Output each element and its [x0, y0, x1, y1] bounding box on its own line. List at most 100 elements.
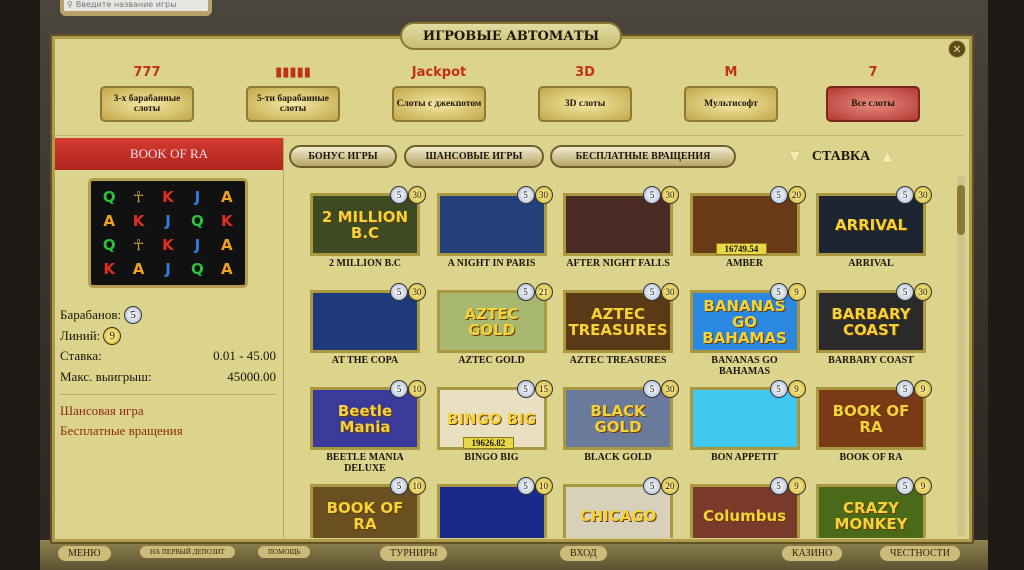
category-icon: 777: [133, 64, 161, 80]
deposit-bonus[interactable]: НА ПЕРВЫЙ ДЕПОЗИТ: [140, 546, 235, 558]
game-name[interactable]: AMBER: [686, 258, 804, 269]
game-card[interactable]: 5 30 AT THE COPA: [296, 283, 426, 380]
game-name[interactable]: BANANAS GO BAHAMAS: [686, 355, 804, 377]
category-button[interactable]: Слоты с джекпотом: [392, 86, 486, 122]
game-card[interactable]: 5 9 BON APPETIT: [676, 380, 806, 477]
game-card[interactable]: CHICAGO 5 20: [549, 477, 679, 538]
game-name[interactable]: BARBARY COAST: [812, 355, 930, 366]
game-card[interactable]: 5 30 AFTER NIGHT FALLS: [549, 186, 679, 283]
game-search[interactable]: ⚲ Введите название игры: [60, 0, 212, 16]
background-right: [988, 0, 1024, 570]
jackpot-amount: 19626.82: [462, 437, 515, 449]
game-card[interactable]: BLACK GOLD 5 30 BLACK GOLD: [549, 380, 679, 477]
game-name[interactable]: A NIGHT IN PARIS: [433, 258, 551, 269]
game-card[interactable]: Columbus 5 9: [676, 477, 806, 538]
bottom-bar: МЕНЮ НА ПЕРВЫЙ ДЕПОЗИТ ПОМОЩЬ ТУРНИРЫ ВХ…: [40, 540, 988, 570]
game-logo: BLACK GOLD: [590, 401, 646, 436]
login-button[interactable]: ВХОД: [560, 546, 607, 561]
bet-label: Ставка:: [60, 348, 102, 363]
help-button[interactable]: ПОМОЩЬ: [258, 546, 311, 558]
game-logo: CRAZY MONKEY: [834, 498, 908, 533]
game-card[interactable]: AZTEC GOLD 5 21 AZTEC GOLD: [423, 283, 553, 380]
game-logo: Beetle Mania: [337, 401, 393, 436]
game-card[interactable]: ARRIVAL 5 30 ARRIVAL: [802, 186, 932, 283]
game-preview-image[interactable]: Q ☥ K J A A K J Q K Q ☥ K J A K A J Q A: [88, 178, 248, 288]
reels-badge: 5: [390, 186, 408, 204]
game-logo: ARRIVAL: [834, 215, 908, 234]
casino-link[interactable]: КАЗИНО: [782, 546, 843, 561]
lines-badge: 9: [914, 477, 932, 495]
reel-symbol: A: [220, 260, 233, 279]
category-button[interactable]: Мультисофт: [684, 86, 778, 122]
filter-free-spins[interactable]: БЕСПЛАТНЫЕ ВРАЩЕНИЯ: [550, 145, 736, 168]
fairness-link[interactable]: ЧЕСТНОСТИ: [880, 546, 960, 561]
close-icon[interactable]: ✕: [948, 40, 966, 58]
lines-badge: 30: [914, 283, 932, 301]
game-card[interactable]: BOOK OF RA 5 10 BOOK OF RA DELUXE: [296, 477, 426, 538]
category-icon: ▮▮▮▮▮: [275, 64, 311, 80]
selected-game-title: BOOK OF RA: [55, 138, 283, 170]
reel-symbol: ☥: [132, 236, 145, 255]
game-name[interactable]: AFTER NIGHT FALLS: [559, 258, 677, 269]
game-name[interactable]: BLACK GOLD: [559, 452, 677, 463]
game-logo: 2 MILLION B.C: [321, 207, 409, 242]
panel-divider: [283, 138, 284, 538]
reel-symbol: Q: [191, 211, 204, 230]
game-card[interactable]: 2 MILLION B.C 5 30 2 MILLION B.C: [296, 186, 426, 283]
sort-ascending-icon[interactable]: ▲: [878, 146, 896, 167]
game-name[interactable]: BINGO BIG: [433, 452, 551, 463]
reels-badge: 5: [769, 380, 788, 398]
reel-symbol: A: [220, 187, 233, 206]
game-name[interactable]: AZTEC GOLD: [433, 355, 551, 366]
game-name[interactable]: BON APPETIT: [686, 452, 804, 463]
tournaments-button[interactable]: ТУРНИРЫ: [380, 546, 448, 561]
game-name[interactable]: BOOK OF RA: [812, 452, 930, 463]
reel-symbol: J: [165, 211, 171, 230]
reels-badge: 5: [390, 477, 408, 495]
reels-badge: 5: [643, 186, 661, 204]
game-logo: AZTEC TREASURES: [568, 304, 668, 339]
game-name[interactable]: BEETLE MANIA DELUXE: [306, 452, 424, 474]
category-button[interactable]: Все слоты: [826, 86, 920, 122]
game-card[interactable]: AZTEC TREASURES 5 30 AZTEC TREASURES: [549, 283, 679, 380]
category-button[interactable]: 3D слоты: [538, 86, 632, 122]
game-name[interactable]: AT THE COPA: [306, 355, 424, 366]
category-button[interactable]: 3-х барабанные слоты: [100, 86, 194, 122]
search-icon: ⚲: [67, 0, 73, 9]
game-logo: BANANAS GO BAHAMAS: [702, 296, 787, 347]
filter-bonus-games[interactable]: БОНУС ИГРЫ: [289, 145, 397, 168]
game-card[interactable]: BOOK OF RA 5 9 BOOK OF RA: [802, 380, 932, 477]
reels-badge: 5: [769, 477, 788, 495]
modal-title: ИГРОВЫЕ АВТОМАТЫ: [400, 22, 622, 50]
game-logo: Columbus: [702, 506, 787, 525]
game-card[interactable]: CRAZY MONKEY 5 9: [802, 477, 932, 538]
game-card[interactable]: 5 30 A NIGHT IN PARIS: [423, 186, 553, 283]
game-card[interactable]: 5 20 16749.54 AMBER: [676, 186, 806, 283]
game-card[interactable]: 5 10: [423, 477, 553, 538]
divider: [60, 394, 276, 395]
game-name[interactable]: ARRIVAL: [812, 258, 930, 269]
reel-symbol: J: [194, 236, 201, 255]
game-name[interactable]: AZTEC TREASURES: [559, 355, 677, 366]
game-card[interactable]: BANANAS GO BAHAMAS 5 9 BANANAS GO BAHAMA…: [676, 283, 806, 380]
scrollbar-thumb[interactable]: [957, 185, 965, 235]
sort-descending-icon[interactable]: ▼: [786, 146, 804, 167]
filter-gamble-games[interactable]: ШАНСОВЫЕ ИГРЫ: [404, 145, 544, 168]
maxwin-label: Макс. выигрыш:: [60, 369, 152, 384]
reels-badge: 5: [390, 380, 408, 398]
game-card[interactable]: Beetle Mania 5 10 BEETLE MANIA DELUXE: [296, 380, 426, 477]
game-logo: BOOK OF RA: [326, 498, 404, 533]
category-button[interactable]: 5-ти барабанные слоты: [246, 86, 340, 122]
reel-symbol: A: [132, 260, 145, 279]
reel-symbol: A: [103, 211, 115, 230]
game-name[interactable]: 2 MILLION B.C: [306, 258, 424, 269]
game-card[interactable]: BARBARY COAST 5 30 BARBARY COAST: [802, 283, 932, 380]
reel-symbol: K: [103, 260, 115, 279]
reel-symbol: Q: [191, 260, 204, 279]
bet-value: 0.01 - 45.00: [213, 348, 276, 363]
menu-button[interactable]: МЕНЮ: [58, 546, 111, 561]
reels-badge: 5: [643, 380, 661, 398]
game-card[interactable]: BINGO BIG 5 15 19626.82 BINGO BIG: [423, 380, 553, 477]
search-input[interactable]: Введите название игры: [76, 0, 177, 9]
reels-badge: 5: [643, 283, 661, 301]
